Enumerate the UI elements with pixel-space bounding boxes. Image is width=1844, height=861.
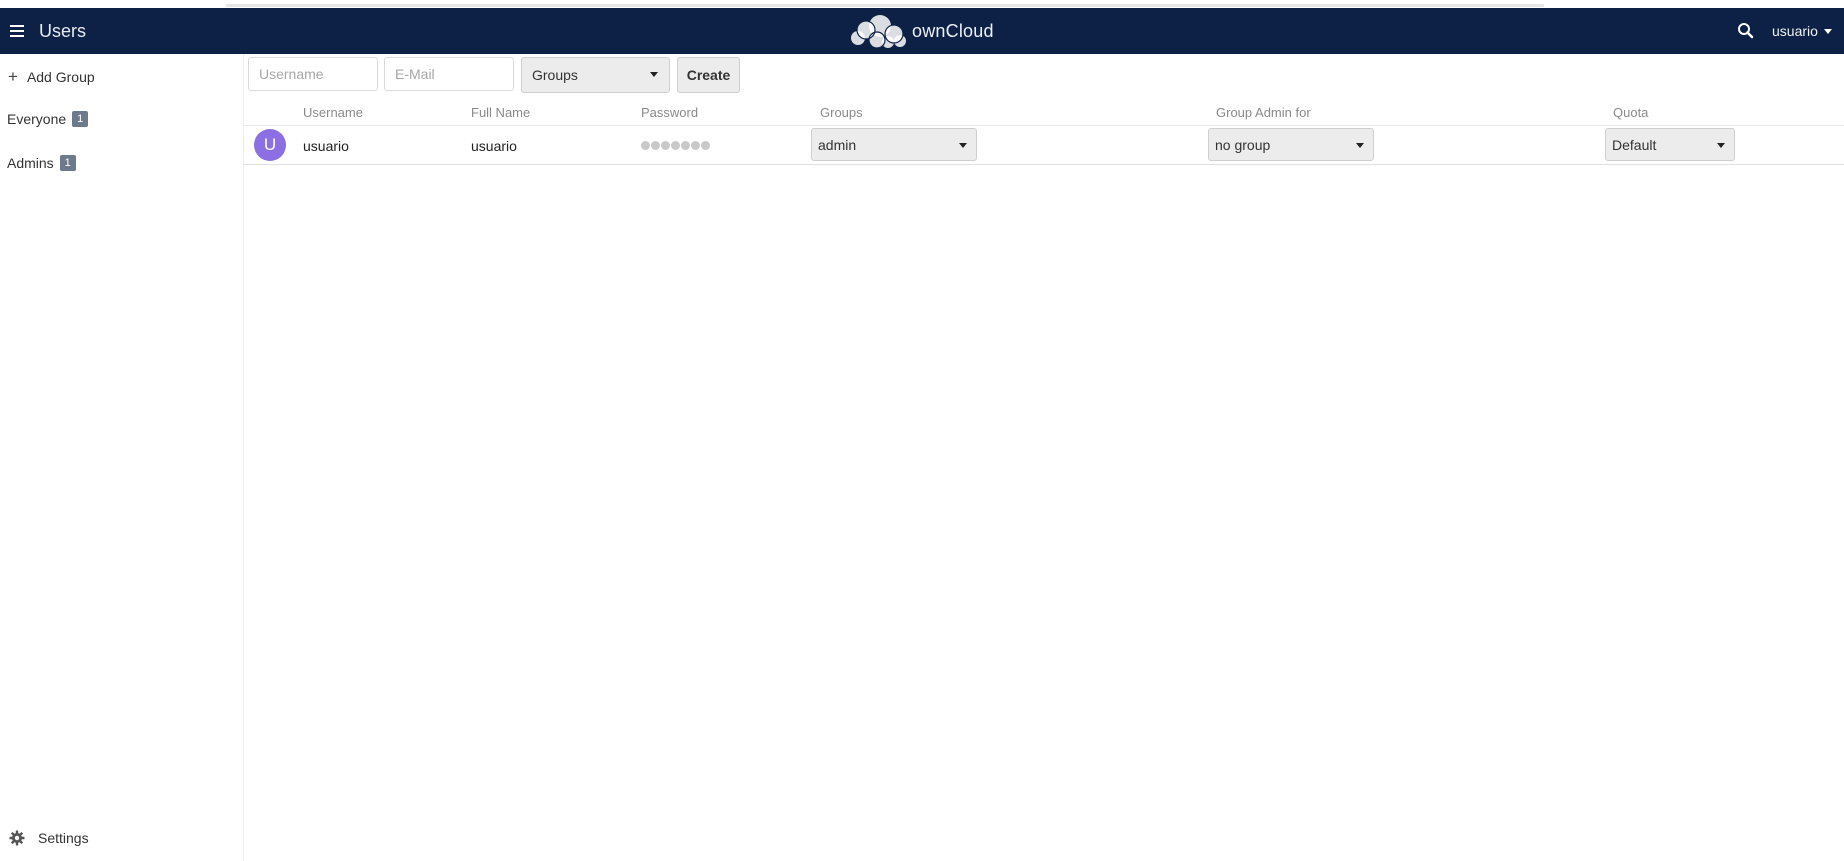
caret-down-icon — [1823, 28, 1832, 34]
owncloud-logo[interactable]: ownCloud — [850, 14, 994, 48]
user-groups-dropdown[interactable]: admin — [811, 128, 977, 161]
sidebar-item-admins[interactable]: Admins 1 — [7, 155, 76, 171]
app-header: Users ownCloud usuario — [0, 8, 1844, 54]
caret-down-icon — [650, 72, 658, 77]
username-cell[interactable]: usuario — [303, 138, 349, 154]
sidebar-item-everyone[interactable]: Everyone 1 — [7, 111, 89, 127]
password-cell[interactable] — [641, 141, 710, 150]
caret-down-icon — [1356, 143, 1364, 148]
user-groups-value: admin — [818, 136, 857, 153]
caret-down-icon — [1717, 143, 1725, 148]
groups-select-value: Groups — [532, 67, 578, 83]
settings-button[interactable]: Settings — [9, 830, 89, 846]
group-admin-dropdown[interactable]: no group — [1208, 128, 1374, 161]
group-name: Everyone — [7, 111, 67, 127]
column-header-full-name: Full Name — [471, 105, 531, 120]
avatar: U — [254, 129, 286, 161]
column-header-groups: Groups — [820, 105, 863, 120]
quota-value: Default — [1612, 136, 1657, 153]
settings-label: Settings — [38, 830, 89, 846]
add-group-button[interactable]: + Add Group — [8, 68, 95, 85]
group-name: Admins — [7, 155, 54, 171]
search-icon[interactable] — [1736, 21, 1756, 41]
groups-select[interactable]: Groups — [521, 57, 670, 93]
email-input[interactable] — [384, 57, 514, 91]
caret-down-icon — [959, 143, 967, 148]
table-row: U usuario usuario admin no group Default — [244, 125, 1844, 165]
user-name: usuario — [1772, 23, 1818, 39]
username-input[interactable] — [248, 57, 378, 91]
column-header-password: Password — [641, 105, 699, 120]
quota-dropdown[interactable]: Default — [1605, 128, 1735, 161]
sidebar: + Add Group Everyone 1 Admins 1 Settings — [0, 54, 244, 861]
plus-icon: + — [8, 67, 18, 86]
app-title: Users — [39, 21, 87, 41]
horizontal-scrollbar[interactable] — [226, 4, 1544, 7]
hamburger-menu-icon[interactable] — [8, 21, 26, 41]
column-header-group-admin-for: Group Admin for — [1216, 105, 1311, 120]
brand-name: ownCloud — [912, 20, 994, 41]
gear-icon — [9, 830, 25, 846]
create-button[interactable]: Create — [677, 57, 740, 93]
user-menu[interactable]: usuario — [1772, 23, 1832, 39]
group-admin-value: no group — [1215, 136, 1271, 153]
browser-top-strip — [0, 0, 1844, 8]
full-name-cell[interactable]: usuario — [471, 138, 517, 154]
group-count-badge: 1 — [72, 111, 89, 127]
column-header-username: Username — [303, 105, 363, 120]
cloud-logo-icon — [851, 15, 906, 48]
group-count-badge: 1 — [59, 155, 76, 171]
add-group-label: Add Group — [26, 68, 95, 85]
column-header-quota: Quota — [1613, 105, 1649, 120]
